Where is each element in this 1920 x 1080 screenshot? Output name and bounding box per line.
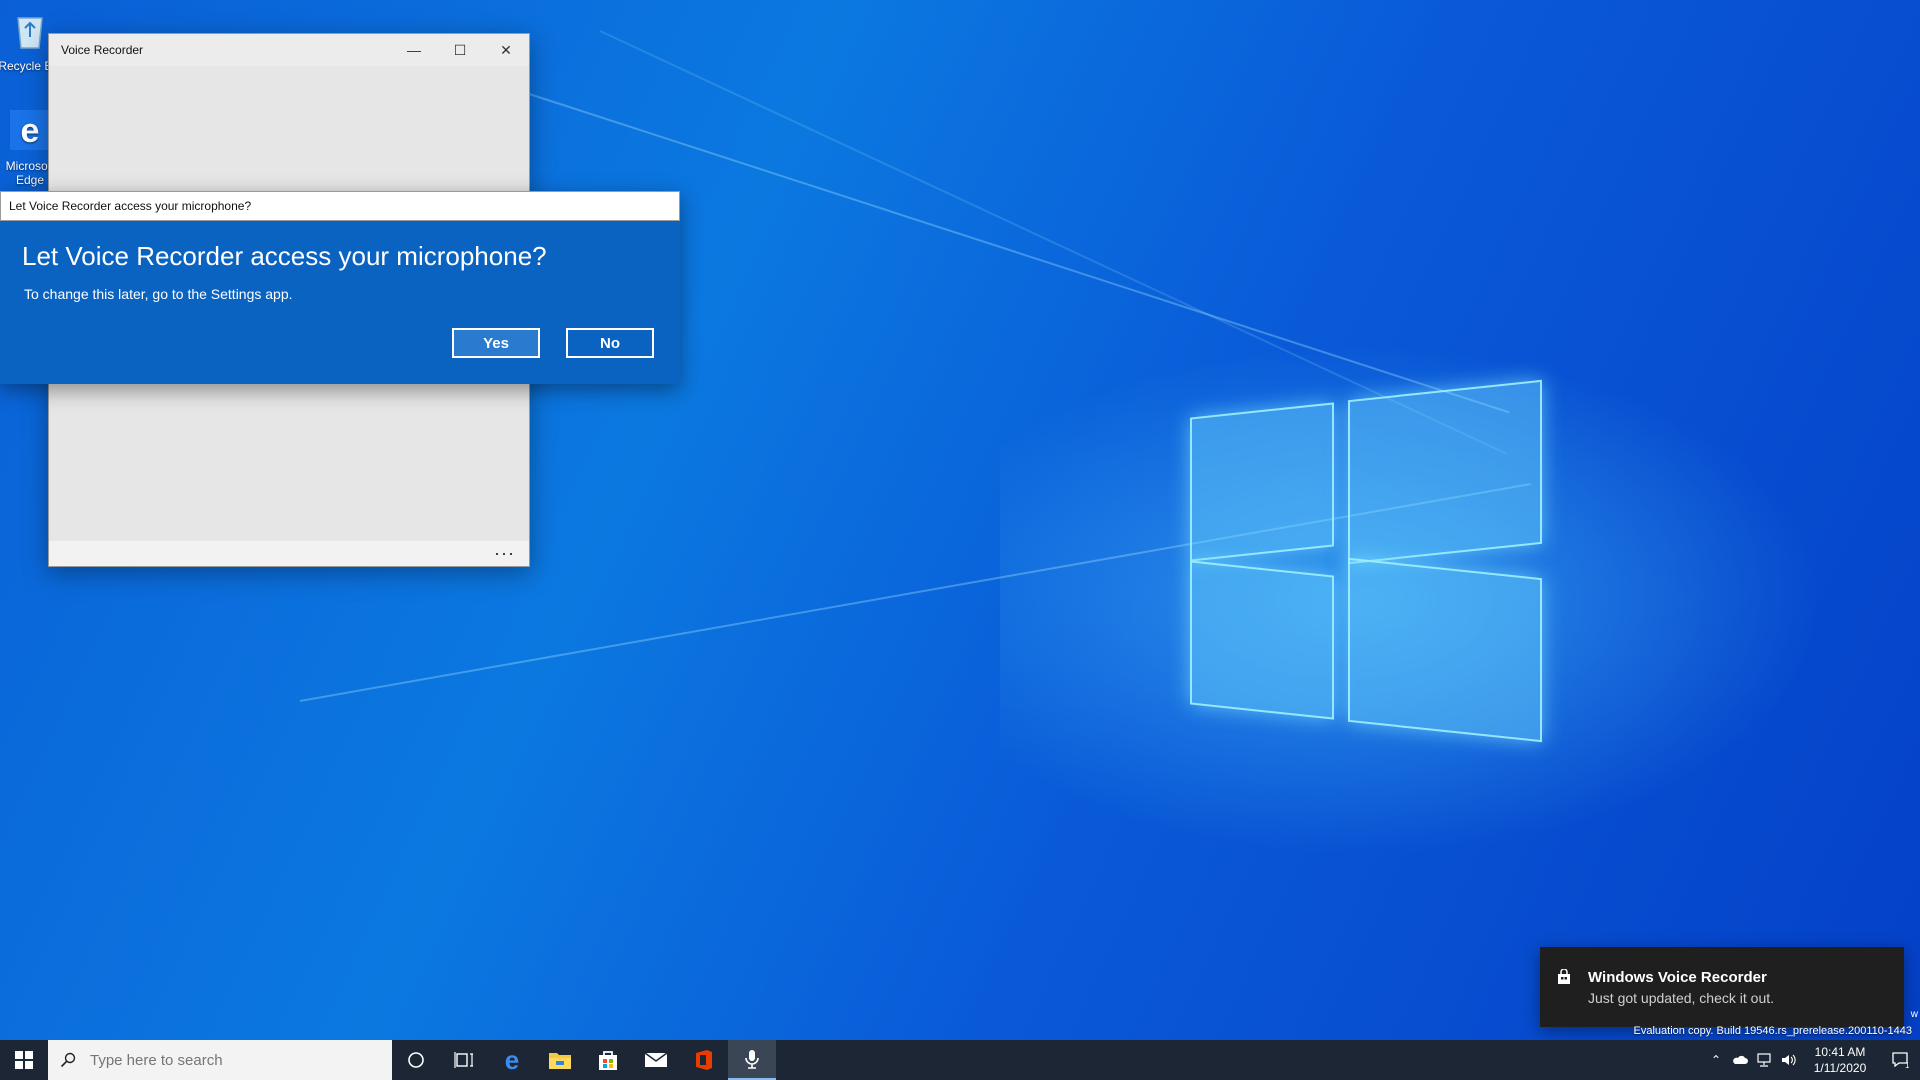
svg-text:e: e bbox=[21, 112, 40, 150]
volume-button[interactable] bbox=[1776, 1040, 1800, 1080]
app-bar: ··· bbox=[49, 541, 529, 566]
system-tray: ⌃ 10:41 AM 1/11/2020 1 bbox=[1704, 1040, 1920, 1080]
chevron-up-icon: ⌃ bbox=[1710, 1053, 1722, 1067]
office-icon bbox=[696, 1050, 712, 1070]
evaluation-watermark: Evaluation copy. Build 19546.rs_prerelea… bbox=[1633, 1025, 1912, 1037]
close-button[interactable]: ✕ bbox=[483, 34, 529, 66]
action-center-button[interactable]: 1 bbox=[1880, 1040, 1920, 1080]
no-button[interactable]: No bbox=[566, 328, 654, 358]
maximize-icon: ☐ bbox=[453, 41, 467, 58]
start-button[interactable] bbox=[0, 1040, 48, 1080]
maximize-button[interactable]: ☐ bbox=[437, 34, 483, 66]
minimize-button[interactable]: — bbox=[391, 34, 437, 66]
taskbar-edge[interactable]: e bbox=[488, 1040, 536, 1080]
logo-pane bbox=[1348, 557, 1542, 743]
toast-body: Just got updated, check it out. bbox=[1588, 990, 1775, 1006]
mail-icon bbox=[644, 1052, 668, 1067]
watermark-fragment: w bbox=[1910, 1009, 1918, 1020]
voice-recorder-icon bbox=[745, 1050, 759, 1069]
task-view-button[interactable] bbox=[440, 1040, 488, 1080]
taskbar-search-box[interactable] bbox=[48, 1040, 392, 1080]
notification-icon: 1 bbox=[1892, 1052, 1910, 1070]
store-bag-icon bbox=[1558, 969, 1570, 984]
microphone-permission-dialog: Let Voice Recorder access your microphon… bbox=[0, 191, 680, 384]
task-view-icon bbox=[454, 1052, 473, 1068]
cortana-icon bbox=[408, 1052, 424, 1068]
windows-logo-wallpaper bbox=[1190, 379, 1550, 743]
window-controls: — ☐ ✕ bbox=[391, 34, 529, 66]
taskbar-file-explorer[interactable] bbox=[536, 1040, 584, 1080]
toast-notification[interactable]: Windows Voice Recorder Just got updated,… bbox=[1540, 947, 1904, 1027]
cortana-button[interactable] bbox=[392, 1040, 440, 1080]
toast-title: Windows Voice Recorder bbox=[1588, 969, 1767, 986]
close-icon: ✕ bbox=[500, 41, 512, 58]
notification-count: 1 bbox=[1905, 1061, 1910, 1070]
onedrive-button[interactable] bbox=[1728, 1040, 1752, 1080]
file-explorer-icon bbox=[549, 1053, 571, 1069]
dialog-title: Let Voice Recorder access your microphon… bbox=[9, 199, 252, 213]
edge-icon: e bbox=[505, 1048, 519, 1072]
logo-pane bbox=[1348, 379, 1542, 565]
clock-date: 1/11/2020 bbox=[1813, 1061, 1867, 1075]
more-options-button[interactable]: ··· bbox=[494, 543, 515, 564]
windows-start-icon bbox=[15, 1051, 33, 1069]
edge-icon: e bbox=[10, 110, 50, 150]
search-icon bbox=[60, 1052, 76, 1068]
network-icon bbox=[1757, 1053, 1771, 1067]
taskbar-voice-recorder[interactable] bbox=[728, 1040, 776, 1080]
logo-pane bbox=[1190, 402, 1334, 562]
window-titlebar[interactable]: Voice Recorder — ☐ ✕ bbox=[49, 34, 529, 66]
search-input[interactable] bbox=[88, 1050, 372, 1070]
dialog-titlebar[interactable]: Let Voice Recorder access your microphon… bbox=[0, 191, 680, 221]
speaker-icon bbox=[1782, 1054, 1796, 1066]
show-hidden-icons-button[interactable]: ⌃ bbox=[1704, 1040, 1728, 1080]
network-button[interactable] bbox=[1752, 1040, 1776, 1080]
svg-text:e: e bbox=[505, 1048, 519, 1072]
recycle-bin-icon bbox=[17, 17, 43, 49]
yes-button[interactable]: Yes bbox=[452, 328, 540, 358]
taskbar-mail[interactable] bbox=[632, 1040, 680, 1080]
taskbar-office[interactable] bbox=[680, 1040, 728, 1080]
window-title: Voice Recorder bbox=[61, 43, 144, 57]
clock-time: 10:41 AM bbox=[1814, 1045, 1866, 1059]
logo-pane bbox=[1190, 560, 1334, 720]
taskbar-store[interactable] bbox=[584, 1040, 632, 1080]
dialog-subtext: To change this later, go to the Settings… bbox=[24, 286, 293, 302]
store-icon bbox=[599, 1051, 617, 1070]
taskbar-clock[interactable]: 10:41 AM 1/11/2020 bbox=[1800, 1044, 1880, 1076]
onedrive-cloud-icon bbox=[1733, 1055, 1748, 1064]
taskbar: e ⌃ bbox=[0, 1040, 1920, 1080]
dialog-heading: Let Voice Recorder access your microphon… bbox=[22, 241, 547, 271]
minimize-icon: — bbox=[407, 42, 421, 58]
